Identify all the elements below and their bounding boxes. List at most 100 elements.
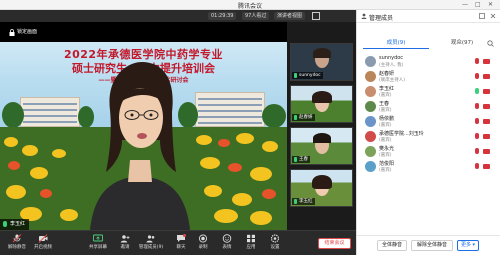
- members-icon: [361, 13, 367, 19]
- camera-off-icon[interactable]: [483, 119, 490, 124]
- participant-role: (嘉宾): [379, 93, 392, 98]
- video-tile[interactable]: 李玉红: [290, 169, 353, 207]
- participant-role: (嘉宾): [379, 123, 392, 128]
- unmute-all-button[interactable]: 解除全体静音: [411, 240, 453, 251]
- toolbar-members-button[interactable]: 管理成员(9): [138, 234, 164, 254]
- participant-name: sunnydoc: [379, 55, 404, 61]
- participant-name: 杨依鹏: [379, 116, 395, 122]
- participant-row[interactable]: sunnydoc (主持人, 我): [357, 54, 500, 69]
- apps-icon: [247, 234, 255, 243]
- video-tile[interactable]: 赵春妍: [290, 85, 353, 123]
- mic-icon[interactable]: [475, 73, 479, 79]
- viewer-count[interactable]: 97人看过: [242, 12, 270, 20]
- participant-row[interactable]: 赵春妍 (联席主持人): [357, 69, 500, 84]
- fullscreen-icon[interactable]: [312, 12, 320, 20]
- tile-name: sunnydoc: [299, 73, 321, 78]
- camera-off-icon[interactable]: [483, 149, 490, 154]
- toolbar-label: 应用: [246, 245, 256, 250]
- members-icon: [146, 235, 155, 243]
- toolbar-emoji-button[interactable]: 表情: [214, 234, 240, 254]
- camera-off-icon: [38, 234, 48, 243]
- lock-view-label: 锁定画面: [17, 29, 38, 35]
- close-panel-icon[interactable]: [490, 13, 496, 19]
- toolbar-label: 邀请: [120, 245, 130, 250]
- lock-view-button[interactable]: 锁定画面: [6, 27, 42, 38]
- members-panel-title: 管理成员: [369, 15, 394, 22]
- toolbar-label: 管理成员(9): [138, 245, 164, 250]
- participant-name: 樊永光: [379, 146, 395, 152]
- toolbar-settings-button[interactable]: 设置: [262, 234, 288, 254]
- presenter-video: [90, 62, 190, 230]
- window-title: 腾讯会议: [237, 3, 262, 10]
- participant-list: sunnydoc (主持人, 我) 赵春妍 (联席主持人) 李玉红 (嘉宾) 王春 (嘉宾) 杨…: [357, 54, 500, 174]
- tile-name: 李玉红: [299, 199, 313, 204]
- toolbar-apps-button[interactable]: 应用: [238, 234, 264, 254]
- tab-joined[interactable]: 成员(9): [363, 37, 429, 49]
- meeting-app: 腾讯会议 — □ ✕ 01:29:39 97人看过 演讲者视图 锁定画面 202…: [0, 0, 500, 255]
- main-video-stage: 锁定画面 2022年承德医学院中药学专业 硕士研究生……力提升培训会 ——暨河北…: [0, 22, 287, 230]
- mic-icon[interactable]: [475, 133, 479, 139]
- meeting-timer: 01:29:39: [208, 12, 237, 20]
- avatar: [365, 146, 376, 157]
- video-gallery: sunnydoc 赵春妍 王春 李玉红: [287, 22, 356, 230]
- popout-icon[interactable]: [479, 13, 485, 19]
- toolbar-label: 开启视频: [34, 245, 52, 250]
- members-panel-footer: 全体静音 解除全体静音 更多 ▾: [357, 235, 500, 255]
- minimize-button[interactable]: —: [462, 1, 468, 8]
- participant-row[interactable]: 李玉红 (嘉宾): [357, 84, 500, 99]
- record-icon: [198, 234, 208, 243]
- toolbar-record-button[interactable]: 录制: [190, 234, 216, 254]
- speaker-view-button[interactable]: 演讲者视图: [274, 12, 306, 20]
- toolbar-camera-off-button[interactable]: 开启视频: [30, 234, 56, 254]
- camera-off-icon[interactable]: [483, 134, 490, 139]
- camera-off-icon[interactable]: [483, 104, 490, 109]
- participant-role: (嘉宾): [379, 108, 392, 113]
- mic-icon[interactable]: [475, 58, 479, 64]
- video-tile[interactable]: 王春: [290, 127, 353, 165]
- participant-role: (嘉宾): [379, 168, 392, 173]
- participant-name: 承德医学院...刘玉玲: [379, 131, 424, 137]
- mic-icon[interactable]: [475, 88, 479, 94]
- tab-audience[interactable]: 观众(97): [429, 37, 495, 49]
- emoji-icon: [222, 234, 232, 243]
- avatar: [365, 131, 376, 142]
- maximize-button[interactable]: □: [475, 1, 481, 8]
- participant-row[interactable]: 范俊阳 (嘉宾): [357, 159, 500, 174]
- participant-row[interactable]: 承德医学院...刘玉玲 (嘉宾): [357, 129, 500, 144]
- participant-row[interactable]: 樊永光 (嘉宾): [357, 144, 500, 159]
- members-panel-header: 管理成员: [357, 10, 500, 23]
- avatar: [365, 56, 376, 67]
- avatar: [365, 101, 376, 112]
- participant-name: 李玉红: [379, 86, 395, 92]
- toolbar-share-screen-button[interactable]: 共享屏幕: [85, 234, 111, 254]
- video-tile[interactable]: sunnydoc: [290, 43, 353, 81]
- camera-off-icon[interactable]: [483, 89, 490, 94]
- title-bar: 腾讯会议 — □ ✕: [0, 0, 500, 10]
- participant-role: (嘉宾): [379, 153, 392, 158]
- mic-icon[interactable]: [475, 148, 479, 154]
- camera-off-icon[interactable]: [483, 59, 490, 64]
- chat-icon: [177, 234, 186, 242]
- toolbar-mic-muted-button[interactable]: 解除静音: [4, 234, 30, 254]
- end-meeting-button[interactable]: 结束会议: [318, 238, 351, 249]
- mute-all-button[interactable]: 全体静音: [377, 240, 407, 251]
- meeting-status-bar: 01:29:39 97人看过 演讲者视图: [0, 10, 356, 22]
- mic-icon[interactable]: [475, 163, 479, 169]
- search-icon[interactable]: [487, 40, 494, 47]
- participant-row[interactable]: 杨依鹏 (嘉宾): [357, 114, 500, 129]
- mic-icon[interactable]: [475, 118, 479, 124]
- participant-role: (联席主持人): [379, 78, 406, 83]
- toolbar-invite-button[interactable]: 邀请: [112, 234, 138, 254]
- toolbar-label: 共享屏幕: [89, 245, 107, 250]
- camera-off-icon[interactable]: [483, 164, 490, 169]
- mic-icon[interactable]: [475, 103, 479, 109]
- more-button[interactable]: 更多 ▾: [457, 240, 479, 251]
- share-screen-icon: [93, 234, 103, 242]
- avatar: [365, 116, 376, 127]
- more-label: 更多: [460, 242, 471, 248]
- close-button[interactable]: ✕: [488, 1, 493, 8]
- camera-off-icon[interactable]: [483, 74, 490, 79]
- building-left: [20, 97, 80, 127]
- participant-row[interactable]: 王春 (嘉宾): [357, 99, 500, 114]
- toolbar-label: 录制: [198, 245, 208, 250]
